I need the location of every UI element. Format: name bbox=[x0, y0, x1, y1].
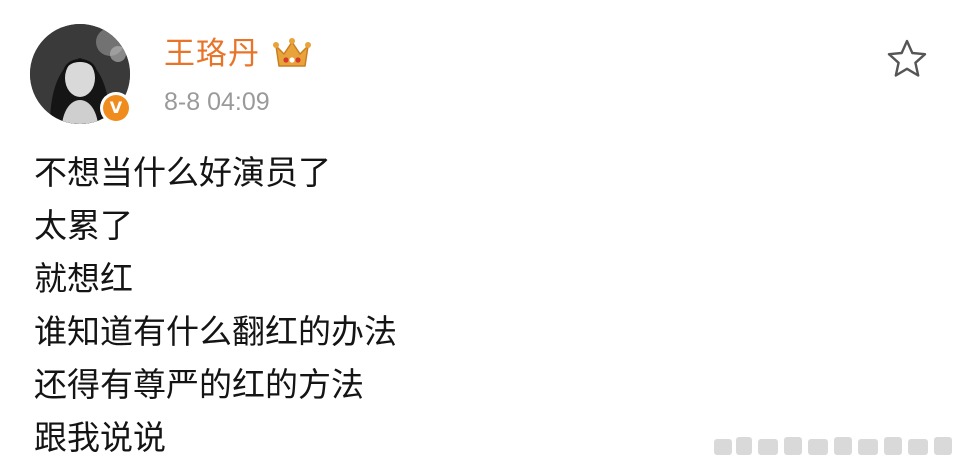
content-line: 太累了 bbox=[34, 206, 133, 245]
verified-badge: V bbox=[100, 92, 132, 124]
watermark-icon bbox=[714, 437, 952, 455]
post-content: 不想当什么好演员了 太累了 就想红 谁知道有什么翻红的办法 还得有尊严的红的方法… bbox=[34, 146, 914, 464]
verified-v-icon: V bbox=[103, 95, 129, 121]
avatar-container[interactable]: V bbox=[30, 24, 132, 124]
star-outline-icon[interactable] bbox=[884, 36, 930, 82]
crown-icon bbox=[273, 38, 311, 67]
post-timestamp: 8-8 04:09 bbox=[164, 88, 270, 116]
username[interactable]: 王珞丹 bbox=[164, 34, 260, 74]
content-line: 谁知道有什么翻红的办法 bbox=[34, 312, 397, 351]
content-line: 不想当什么好演员了 bbox=[34, 153, 331, 192]
content-line: 就想红 bbox=[34, 259, 133, 298]
weibo-post-card: V 王珞丹 8-8 04:09 不想当什么好演员了 太累了 就想红 谁知道有什么… bbox=[0, 0, 958, 467]
content-line: 还得有尊严的红的方法 bbox=[34, 365, 364, 404]
